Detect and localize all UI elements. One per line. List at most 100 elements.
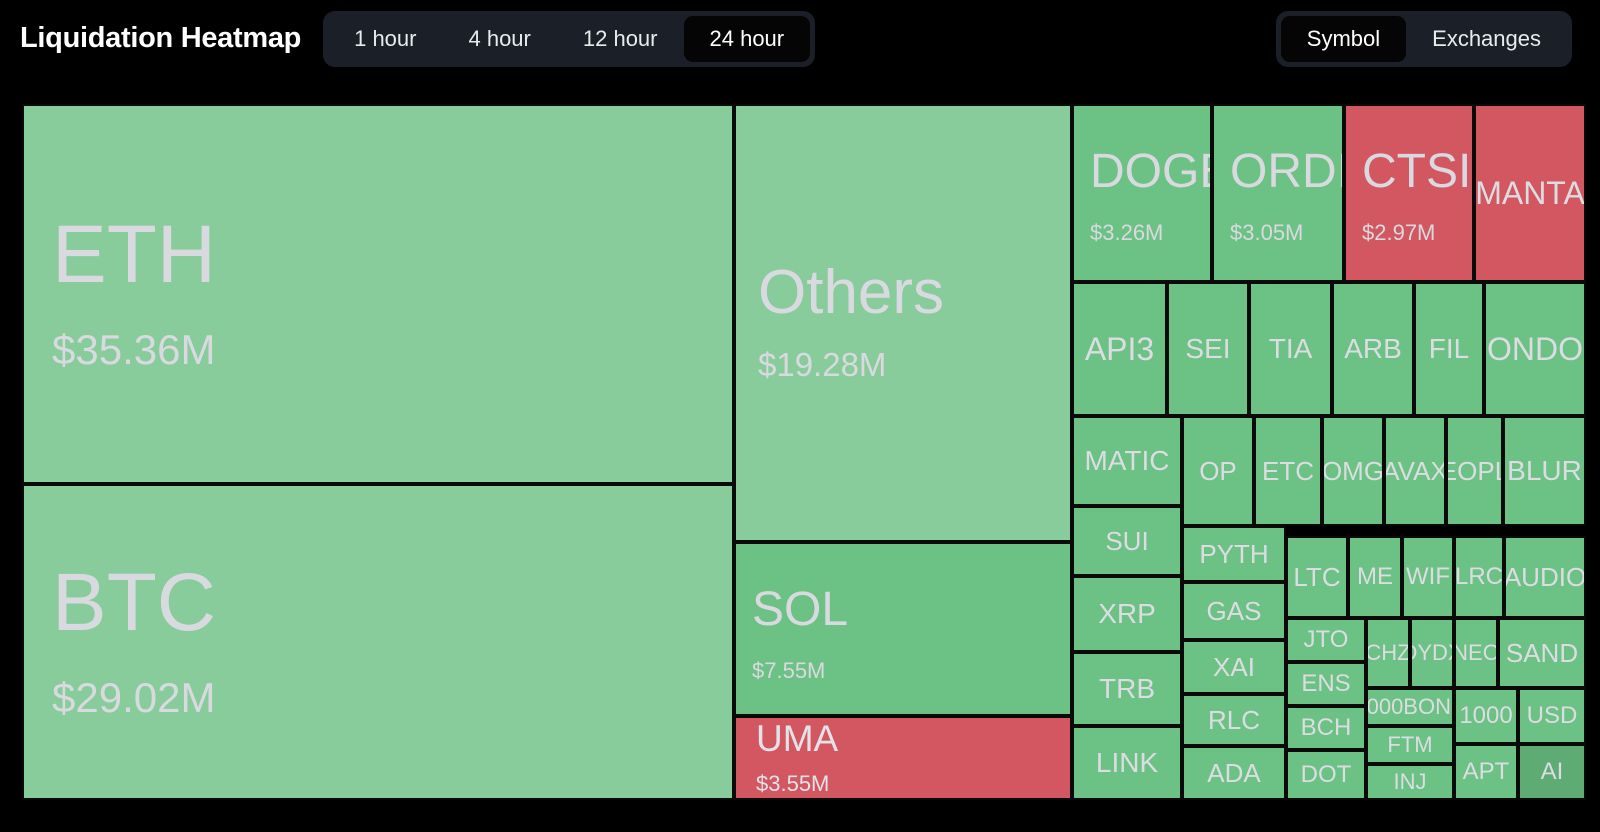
view-button-exchanges[interactable]: Exchanges <box>1406 16 1567 62</box>
treemap-tile-api3[interactable]: API3 <box>1072 282 1167 416</box>
tile-symbol-label: CHZ <box>1366 640 1410 665</box>
tile-symbol-label: UMA <box>756 717 839 759</box>
tile-symbol-label: BTC <box>52 557 216 648</box>
treemap-tile-avax[interactable]: AVAX <box>1384 416 1446 526</box>
treemap-tile-audio[interactable]: AUDIO <box>1504 536 1586 618</box>
tile-symbol-label: NEO <box>1454 640 1498 665</box>
treemap-tile-sei[interactable]: SEI <box>1167 282 1249 416</box>
tile-symbol-label: SOL <box>752 583 849 636</box>
tile-symbol-label: MANTA <box>1475 174 1585 211</box>
app-header: Liquidation Heatmap 1 hour 4 hour 12 hour 2… <box>0 0 1600 77</box>
treemap-tile-etc[interactable]: ETC <box>1254 416 1322 526</box>
tile-symbol-label: Others <box>758 258 945 327</box>
timeframe-button-4-hour[interactable]: 4 hour <box>442 16 556 62</box>
treemap-tile-gas[interactable]: GAS <box>1182 582 1286 640</box>
treemap-tile-rlc[interactable]: RLC <box>1182 694 1286 746</box>
treemap-tile-ondo[interactable]: ONDO <box>1484 282 1586 416</box>
treemap-tile-ada[interactable]: ADA <box>1182 746 1286 800</box>
tile-symbol-label: INJ <box>1393 769 1427 794</box>
tile-symbol-label: 1000 <box>1459 702 1513 729</box>
treemap-tile-wif[interactable]: WIF <box>1402 536 1454 618</box>
tile-symbol-label: SUI <box>1105 525 1149 556</box>
treemap-tile-xrp[interactable]: XRP <box>1072 576 1182 652</box>
tile-symbol-label: ETC <box>1262 455 1314 486</box>
tile-symbol-label: DOGE <box>1090 145 1210 198</box>
tile-symbol-label: AVAX <box>1384 455 1446 486</box>
treemap-tile-manta[interactable]: MANTA <box>1474 104 1586 282</box>
treemap-tile-sol[interactable]: SOL $7.55M <box>734 542 1072 716</box>
tile-symbol-label: ARB <box>1344 333 1402 364</box>
tile-value-label: $3.26M <box>1090 220 1164 245</box>
tile-symbol-label: SAND <box>1505 637 1579 668</box>
tile-symbol-label: APT <box>1462 758 1510 785</box>
treemap-tile-apt[interactable]: APT <box>1454 744 1518 800</box>
tile-symbol-label: XRP <box>1098 598 1156 629</box>
tile-symbol-label: ME <box>1357 563 1393 590</box>
tile-symbol-label: OP <box>1199 455 1237 486</box>
tile-symbol-label: FIL <box>1428 333 1470 364</box>
timeframe-button-1-hour[interactable]: 1 hour <box>328 16 442 62</box>
treemap-tile-trb[interactable]: TRB <box>1072 652 1182 726</box>
treemap-tile-tia[interactable]: TIA <box>1249 282 1332 416</box>
treemap-tile-ordi[interactable]: ORDI $3.05M <box>1212 104 1344 282</box>
treemap-tile-1000bonk[interactable]: 1000BONK <box>1366 688 1454 726</box>
treemap-tile-ctsi[interactable]: CTSI $2.97M <box>1344 104 1474 282</box>
view-button-symbol[interactable]: Symbol <box>1280 15 1407 62</box>
timeframe-button-12-hour[interactable]: 12 hour <box>557 16 684 62</box>
treemap-tile-sand[interactable]: SAND <box>1498 618 1586 688</box>
treemap-tile-matic[interactable]: MATIC <box>1072 416 1182 506</box>
treemap-tile-me[interactable]: ME <box>1348 536 1402 618</box>
tile-value-label: $29.02M <box>52 674 216 721</box>
treemap-tile-btc[interactable]: BTC $29.02M <box>22 484 734 800</box>
view-mode-selector: Symbol Exchanges <box>1275 10 1572 67</box>
tile-value-label: $19.28M <box>758 346 887 383</box>
treemap-tile-ai[interactable]: AI <box>1518 744 1586 800</box>
tile-symbol-label: ENS <box>1301 670 1351 697</box>
treemap-tile-ens[interactable]: ENS <box>1286 662 1366 706</box>
treemap-tile-fil[interactable]: FIL <box>1414 282 1484 416</box>
treemap-tile-inj[interactable]: INJ <box>1366 764 1454 800</box>
tile-symbol-label: AUDIO <box>1504 561 1586 592</box>
treemap-tile-uma[interactable]: UMA $3.55M <box>734 716 1072 800</box>
treemap-tile-sui[interactable]: SUI <box>1072 506 1182 576</box>
treemap-tile-lrc[interactable]: LRC <box>1454 536 1504 618</box>
tile-symbol-label: GAS <box>1206 595 1262 626</box>
treemap-tile-blur[interactable]: BLUR <box>1503 416 1586 526</box>
page-title: Liquidation Heatmap <box>20 22 302 54</box>
tile-value-label: $2.97M <box>1362 220 1436 245</box>
tile-symbol-label: OMG <box>1322 455 1384 486</box>
treemap-tile-arb[interactable]: ARB <box>1332 282 1414 416</box>
treemap-tile-eth[interactable]: ETH $35.36M <box>22 104 734 484</box>
treemap-tile-others[interactable]: Others $19.28M <box>734 104 1072 542</box>
treemap-tile-pyth[interactable]: PYTH <box>1182 526 1286 582</box>
treemap-tile-jto[interactable]: JTO <box>1286 618 1366 662</box>
treemap-tile-dydx[interactable]: DYDX <box>1410 618 1454 688</box>
treemap-tile-omg[interactable]: OMG <box>1322 416 1384 526</box>
treemap-tile-dot[interactable]: DOT <box>1286 750 1366 800</box>
treemap-tile-ftm[interactable]: FTM <box>1366 726 1454 764</box>
tile-symbol-label: TIA <box>1268 333 1313 364</box>
tile-symbol-label: DYDX <box>1412 640 1452 665</box>
tile-value-label: $7.55M <box>752 658 826 683</box>
tile-symbol-label: AI <box>1540 758 1564 785</box>
tile-symbol-label: PEOPLE <box>1448 455 1501 486</box>
treemap-tile-op[interactable]: OP <box>1182 416 1254 526</box>
tile-symbol-label: RLC <box>1207 704 1260 735</box>
tile-symbol-label: JTO <box>1303 626 1349 653</box>
tile-symbol-label: API3 <box>1084 330 1155 367</box>
tile-symbol-label: CTSI <box>1362 145 1472 198</box>
treemap-tile-link[interactable]: LINK <box>1072 726 1182 800</box>
treemap-tile-1000[interactable]: 1000 <box>1454 688 1518 744</box>
treemap-tile-people[interactable]: PEOPLE <box>1446 416 1503 526</box>
treemap-tile-doge[interactable]: DOGE $3.26M <box>1072 104 1212 282</box>
tile-symbol-label: LTC <box>1293 561 1341 592</box>
timeframe-button-24-hour[interactable]: 24 hour <box>683 15 811 62</box>
tile-value-label: $3.55M <box>756 770 830 796</box>
treemap-tile-usd[interactable]: USD <box>1518 688 1586 744</box>
treemap-tile-chz[interactable]: CHZ <box>1366 618 1410 688</box>
treemap-tile-ltc[interactable]: LTC <box>1286 536 1348 618</box>
treemap-tile-bch[interactable]: BCH <box>1286 706 1366 750</box>
tile-symbol-label: XAI <box>1213 651 1255 682</box>
treemap-tile-xai[interactable]: XAI <box>1182 640 1286 694</box>
treemap-tile-neo[interactable]: NEO <box>1454 618 1498 688</box>
